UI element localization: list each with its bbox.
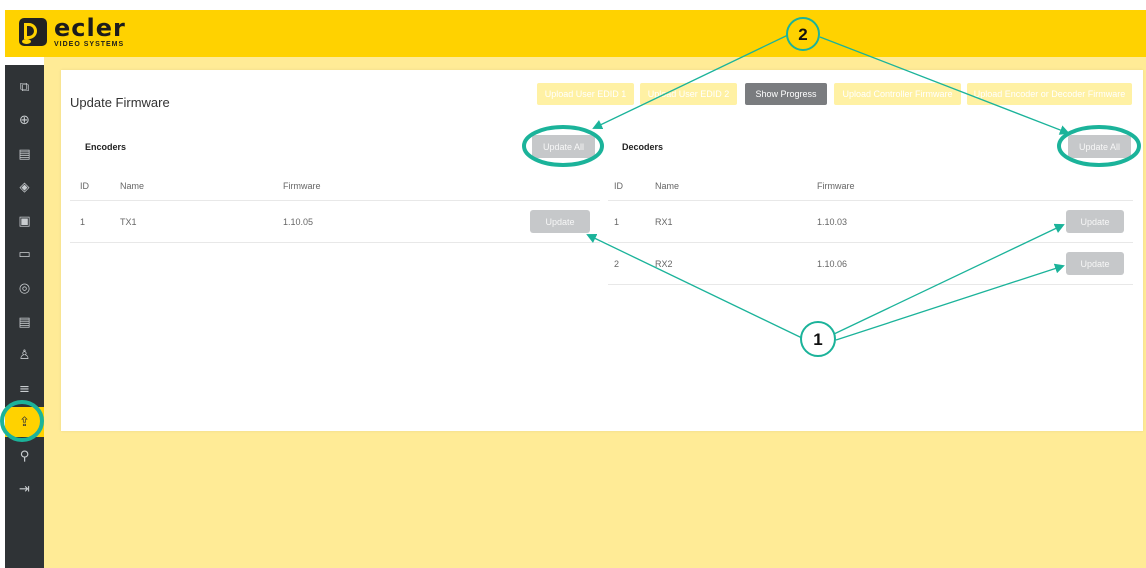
decoders-row-divider (608, 242, 1133, 243)
show-progress-button[interactable]: Show Progress (745, 83, 827, 105)
logout-icon: ⇥ (19, 481, 30, 497)
sidebar-item-sliders[interactable]: ≡ (5, 374, 44, 404)
sidebar-item-add[interactable]: ⊕ (5, 105, 44, 135)
sidebar: ⧉ ⊕ ▤ ◈ ▣ ▭ ◎ ▤ ♙ ≡ ⇪ ⚲ ⇥ (5, 65, 44, 568)
target-icon: ◎ (18, 280, 31, 296)
screen-play-icon: ▣ (18, 213, 31, 229)
encoder-row-1-id: 1 (80, 217, 86, 227)
decoder-row-1-name: RX1 (655, 217, 673, 227)
tools-icon: ⚲ (19, 448, 30, 464)
sidebar-item-layers[interactable]: ◈ (5, 172, 44, 202)
upload-encoder-decoder-firmware-button[interactable]: Upload Encoder or Decoder Firmware (967, 83, 1132, 105)
upload-user-edid-2-button[interactable]: Upload User EDID 2 (640, 83, 737, 105)
decoders-header-divider (608, 200, 1133, 201)
layers-icon: ◈ (19, 179, 30, 195)
decoders-col-id: ID (614, 181, 623, 191)
sliders-icon: ≡ (19, 381, 30, 397)
firmware-card (61, 70, 1143, 431)
decoders-col-name: Name (655, 181, 680, 191)
encoder-row-1-firmware: 1.10.05 (283, 217, 314, 227)
encoder-row-1-update-button[interactable]: Update (530, 210, 590, 233)
decoders-update-all-button[interactable]: Update All (1068, 135, 1131, 158)
logo-subtitle: VIDEO SYSTEMS (54, 41, 125, 48)
sidebar-item-grid[interactable]: ▤ (5, 139, 44, 169)
decoder-row-1-update-button[interactable]: Update (1066, 210, 1124, 233)
decoder-row-1-firmware: 1.10.03 (817, 217, 848, 227)
ecler-logo-icon (19, 18, 47, 46)
monitor-search-icon: ⧉ (19, 79, 30, 95)
upload-user-edid-1-button[interactable]: Upload User EDID 1 (537, 83, 634, 105)
sidebar-item-target[interactable]: ◎ (5, 273, 44, 303)
sidebar-item-logout[interactable]: ⇥ (5, 474, 44, 504)
encoder-row-1-name: TX1 (120, 217, 137, 227)
sidebar-item-tools[interactable]: ⚲ (5, 441, 44, 471)
decoders-row-divider-2 (608, 284, 1133, 285)
user-icon: ♙ (18, 347, 31, 363)
encoders-col-name: Name (120, 181, 145, 191)
sidebar-item-update-firmware[interactable]: ⇪ (5, 407, 44, 437)
sidebar-item-display[interactable]: ▭ (5, 239, 44, 269)
decoders-title: Decoders (622, 142, 664, 152)
decoders-col-firmware: Firmware (817, 181, 855, 191)
decoder-row-2-name: RX2 (655, 259, 673, 269)
decoder-row-1-id: 1 (614, 217, 620, 227)
encoders-row-divider (70, 242, 600, 243)
encoders-col-id: ID (80, 181, 89, 191)
upload-firmware-icon: ⇪ (19, 414, 30, 430)
decoder-row-2-id: 2 (614, 259, 620, 269)
encoders-col-firmware: Firmware (283, 181, 321, 191)
encoders-header-divider (70, 200, 600, 201)
ecler-logo: ecler VIDEO SYSTEMS (19, 14, 126, 50)
sidebar-item-user[interactable]: ♙ (5, 340, 44, 370)
page-title: Update Firmware (70, 95, 170, 110)
decoder-row-2-firmware: 1.10.06 (817, 259, 848, 269)
upload-controller-firmware-button[interactable]: Upload Controller Firmware (834, 83, 961, 105)
top-bar: ecler VIDEO SYSTEMS (5, 10, 1146, 57)
encoders-update-all-button[interactable]: Update All (532, 135, 595, 158)
add-circle-icon: ⊕ (19, 112, 30, 128)
encoders-title: Encoders (85, 142, 127, 152)
grid-icon: ▤ (18, 146, 31, 162)
sidebar-item-screen[interactable]: ▣ (5, 206, 44, 236)
logo-word: ecler (54, 14, 126, 42)
display-icon: ▭ (18, 246, 31, 262)
sidebar-item-monitor[interactable]: ⧉ (5, 72, 44, 102)
decoder-row-2-update-button[interactable]: Update (1066, 252, 1124, 275)
sidebar-item-panel[interactable]: ▤ (5, 307, 44, 337)
panel-icon: ▤ (18, 314, 31, 330)
